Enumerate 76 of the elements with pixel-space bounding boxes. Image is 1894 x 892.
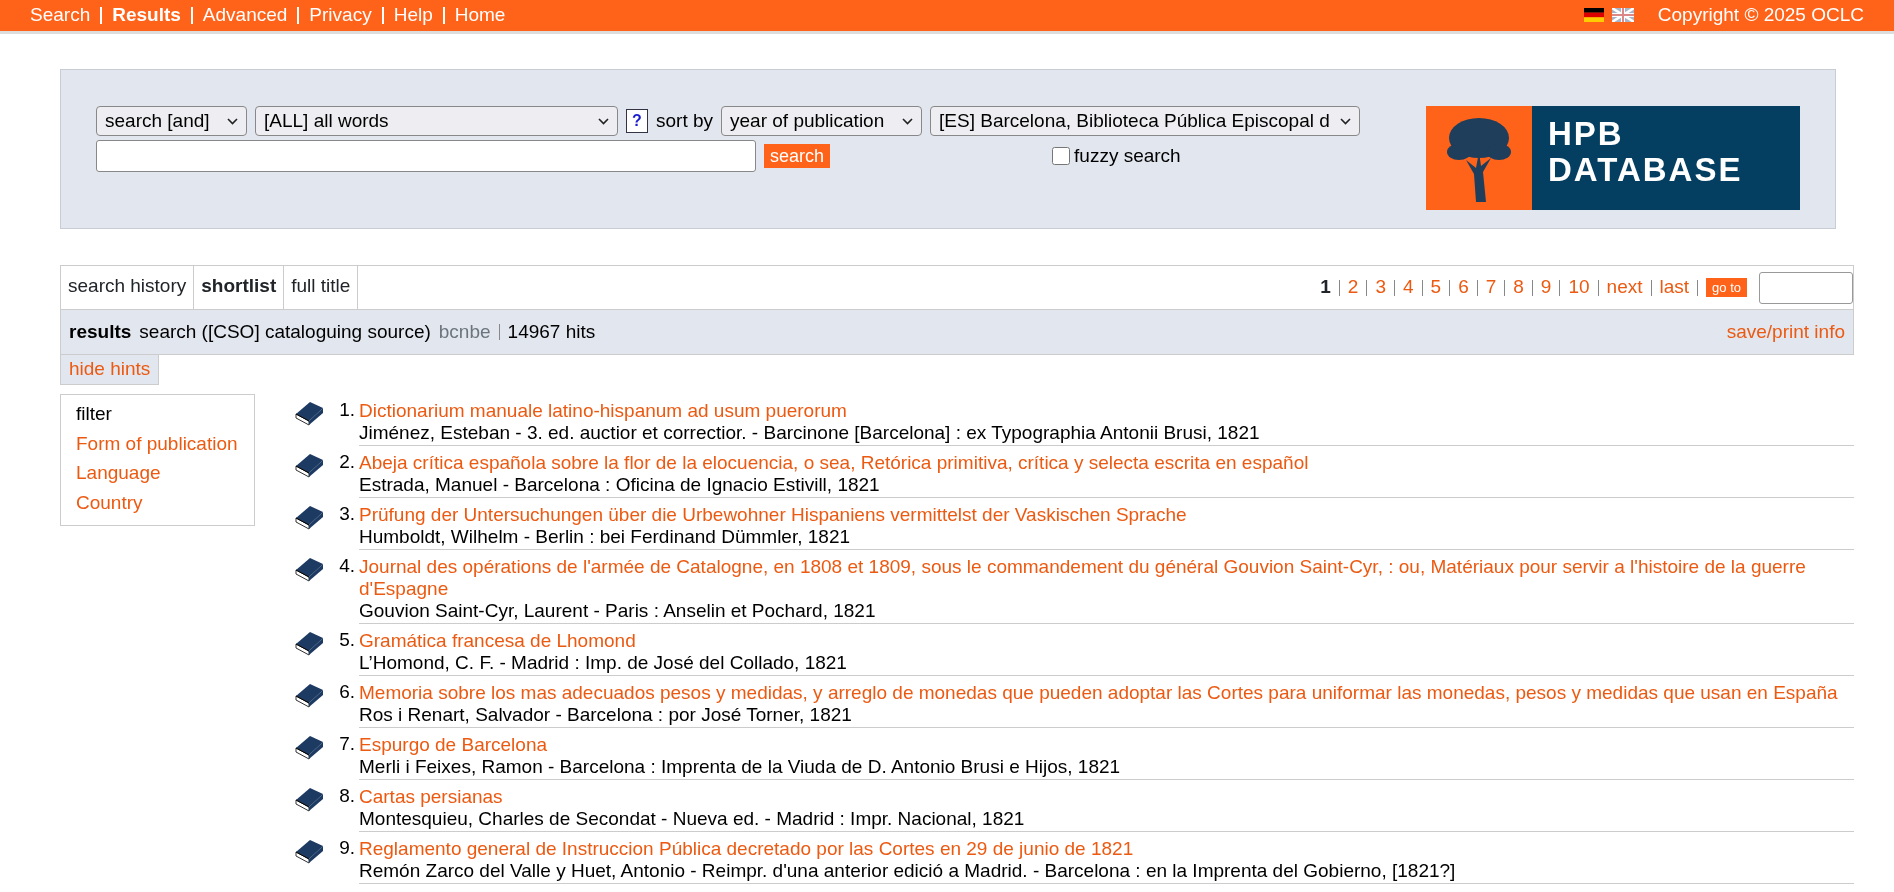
page-link[interactable]: 8 xyxy=(1513,276,1524,299)
nav-link[interactable]: Search xyxy=(30,4,91,27)
record-details: Estrada, Manuel - Barcelona : Oficina de Ignacio Estivill, 1821 xyxy=(359,473,881,496)
record-number: 6. xyxy=(338,680,355,704)
page-link[interactable]: 3 xyxy=(1375,276,1386,299)
record-number: 3. xyxy=(338,502,355,526)
nav-link[interactable]: Home xyxy=(454,4,506,27)
british-flag-icon[interactable] xyxy=(1611,8,1634,23)
record-title-link[interactable]: Dictionarium manuale latino-hispanum ad usum puerorum xyxy=(359,399,1854,422)
filter-link[interactable]: Country xyxy=(76,492,239,515)
fuzzy-search-label[interactable]: fuzzy search xyxy=(1074,144,1181,168)
page-link[interactable]: last xyxy=(1659,276,1690,299)
page-link[interactable]: 4 xyxy=(1402,276,1414,299)
index-select[interactable]: [ALL] all words xyxy=(255,106,618,136)
filter-title: filter xyxy=(76,402,113,426)
record-title-link[interactable]: Journal des opérations de l'armée de Catalogne, en 1808 et 1809, sous le commandement du général Gouvion Saint-Cyr, : ou, Matériaux pour servir a l'histoire de la guerre d'Espagne xyxy=(359,555,1854,600)
record-number: 5. xyxy=(338,628,355,652)
hide-hints-link[interactable]: hide hints xyxy=(60,355,160,385)
logo-text: HPB xyxy=(1548,116,1625,153)
page-link[interactable]: 9 xyxy=(1540,276,1552,299)
query-text: search ([CSO] cataloguing source) xyxy=(139,320,431,344)
nav-link[interactable]: Results xyxy=(112,4,181,27)
german-flag-icon[interactable] xyxy=(1583,8,1604,23)
record-title-link[interactable]: Reglamento general de Instruccion Pública decretado por las Cortes en 29 de junio de 1821 xyxy=(359,837,1854,860)
search-input[interactable] xyxy=(96,140,756,172)
page-link[interactable]: 2 xyxy=(1347,276,1359,299)
record-details: Gouvion Saint-Cyr, Laurent - Paris : Anselin et Pochard, 1821 xyxy=(359,599,877,622)
nav-link[interactable]: Advanced xyxy=(202,4,288,27)
record-details: Remón Zarco del Valle y Huet, Antonio - Reimpr. d'una anterior edició a Madrid. - Barcelona : en la Imprenta del Gobierno, [1821?] xyxy=(359,859,1457,882)
results-label: results xyxy=(69,320,132,344)
record-details: Jiménez, Esteban - 3. ed. auctior et correctior. - Barcinone [Barcelona] : ex Typographia Antonii Brusi, 1821 xyxy=(359,421,1261,444)
caret-icon xyxy=(1339,117,1351,125)
copyright-text: Copyright © 2025 OCLC xyxy=(1657,4,1864,27)
page-link[interactable]: 7 xyxy=(1485,276,1497,299)
caret-icon xyxy=(598,117,609,125)
record-title-link[interactable]: Abeja crítica española sobre la flor de la elocuencia, o sea, Retórica primitiva, crítica y selecta escrita en español xyxy=(359,451,1854,474)
help-button[interactable]: ? xyxy=(626,109,648,133)
logo-text: DATABASE xyxy=(1548,152,1744,189)
record-number: 2. xyxy=(338,450,355,474)
record-title-link[interactable]: Cartas persianas xyxy=(359,785,1854,808)
search-button[interactable]: search xyxy=(764,144,831,168)
caret-icon xyxy=(902,117,914,125)
record-number: 7. xyxy=(338,732,355,756)
record-number: 9. xyxy=(338,836,355,860)
record-details: Ros i Renart, Salvador - Barcelona : por José Torner, 1821 xyxy=(359,703,853,726)
sort-select[interactable]: year of publication xyxy=(721,106,923,136)
filter-link[interactable]: Language xyxy=(76,462,239,486)
record-title-link[interactable]: Prüfung der Untersuchungen über die Urbewohner Hispaniens vermittelst der Vaskischen Sprache xyxy=(359,503,1854,526)
nav-link[interactable]: Help xyxy=(393,4,433,27)
operator-select[interactable]: search [and] xyxy=(96,106,247,136)
page-link[interactable]: next xyxy=(1606,276,1643,299)
page-link[interactable]: 6 xyxy=(1458,276,1469,299)
filter-link[interactable]: Form of publication xyxy=(76,432,239,456)
fuzzy-search-checkbox[interactable] xyxy=(1052,147,1071,165)
source-code: bcnbe xyxy=(438,320,491,344)
page-link[interactable]: 10 xyxy=(1568,276,1590,299)
hits-count: 14967 hits xyxy=(507,320,596,344)
record-title-link[interactable]: Gramática francesa de Lhomond xyxy=(359,629,1854,652)
go-to-button[interactable]: go to xyxy=(1706,277,1747,298)
record-title-link[interactable]: Memoria sobre los mas adecuados pesos y medidas, y arreglo de monedas que pueden adoptar las Cortes para uniformar las monedas, pesos y medidas que usan en España xyxy=(359,681,1854,704)
record-number: 4. xyxy=(338,554,355,578)
sort-label: sort by xyxy=(656,109,714,133)
page-number-input[interactable] xyxy=(1759,271,1853,304)
page-link[interactable]: 1 xyxy=(1320,276,1331,299)
nav-link[interactable]: Privacy xyxy=(309,4,372,27)
record-title-link[interactable]: Espurgo de Barcelona xyxy=(359,733,1854,756)
record-details: L’Homond, C. F. - Madrid : Imp. de José del Collado, 1821 xyxy=(359,651,848,674)
record-details: Humboldt, Wilhelm - Berlin : bei Ferdinand Dümmler, 1821 xyxy=(359,525,852,548)
record-number: 1. xyxy=(338,398,355,422)
library-select[interactable]: [ES] Barcelona, Biblioteca Pública Episcopal d xyxy=(930,106,1360,136)
caret-icon xyxy=(227,117,238,125)
record-details: Merli i Feixes, Ramon - Barcelona : Imprenta de la Viuda de D. Antonio Brusi e Hijos, 1821 xyxy=(359,755,1122,778)
record-details: Montesquieu, Charles de Secondat - Nueva ed. - Madrid : Impr. Nacional, 1821 xyxy=(359,807,1026,830)
page-link[interactable]: 5 xyxy=(1430,276,1442,299)
record-number: 8. xyxy=(338,784,355,808)
save-print-link[interactable]: save/print info xyxy=(1726,320,1845,344)
